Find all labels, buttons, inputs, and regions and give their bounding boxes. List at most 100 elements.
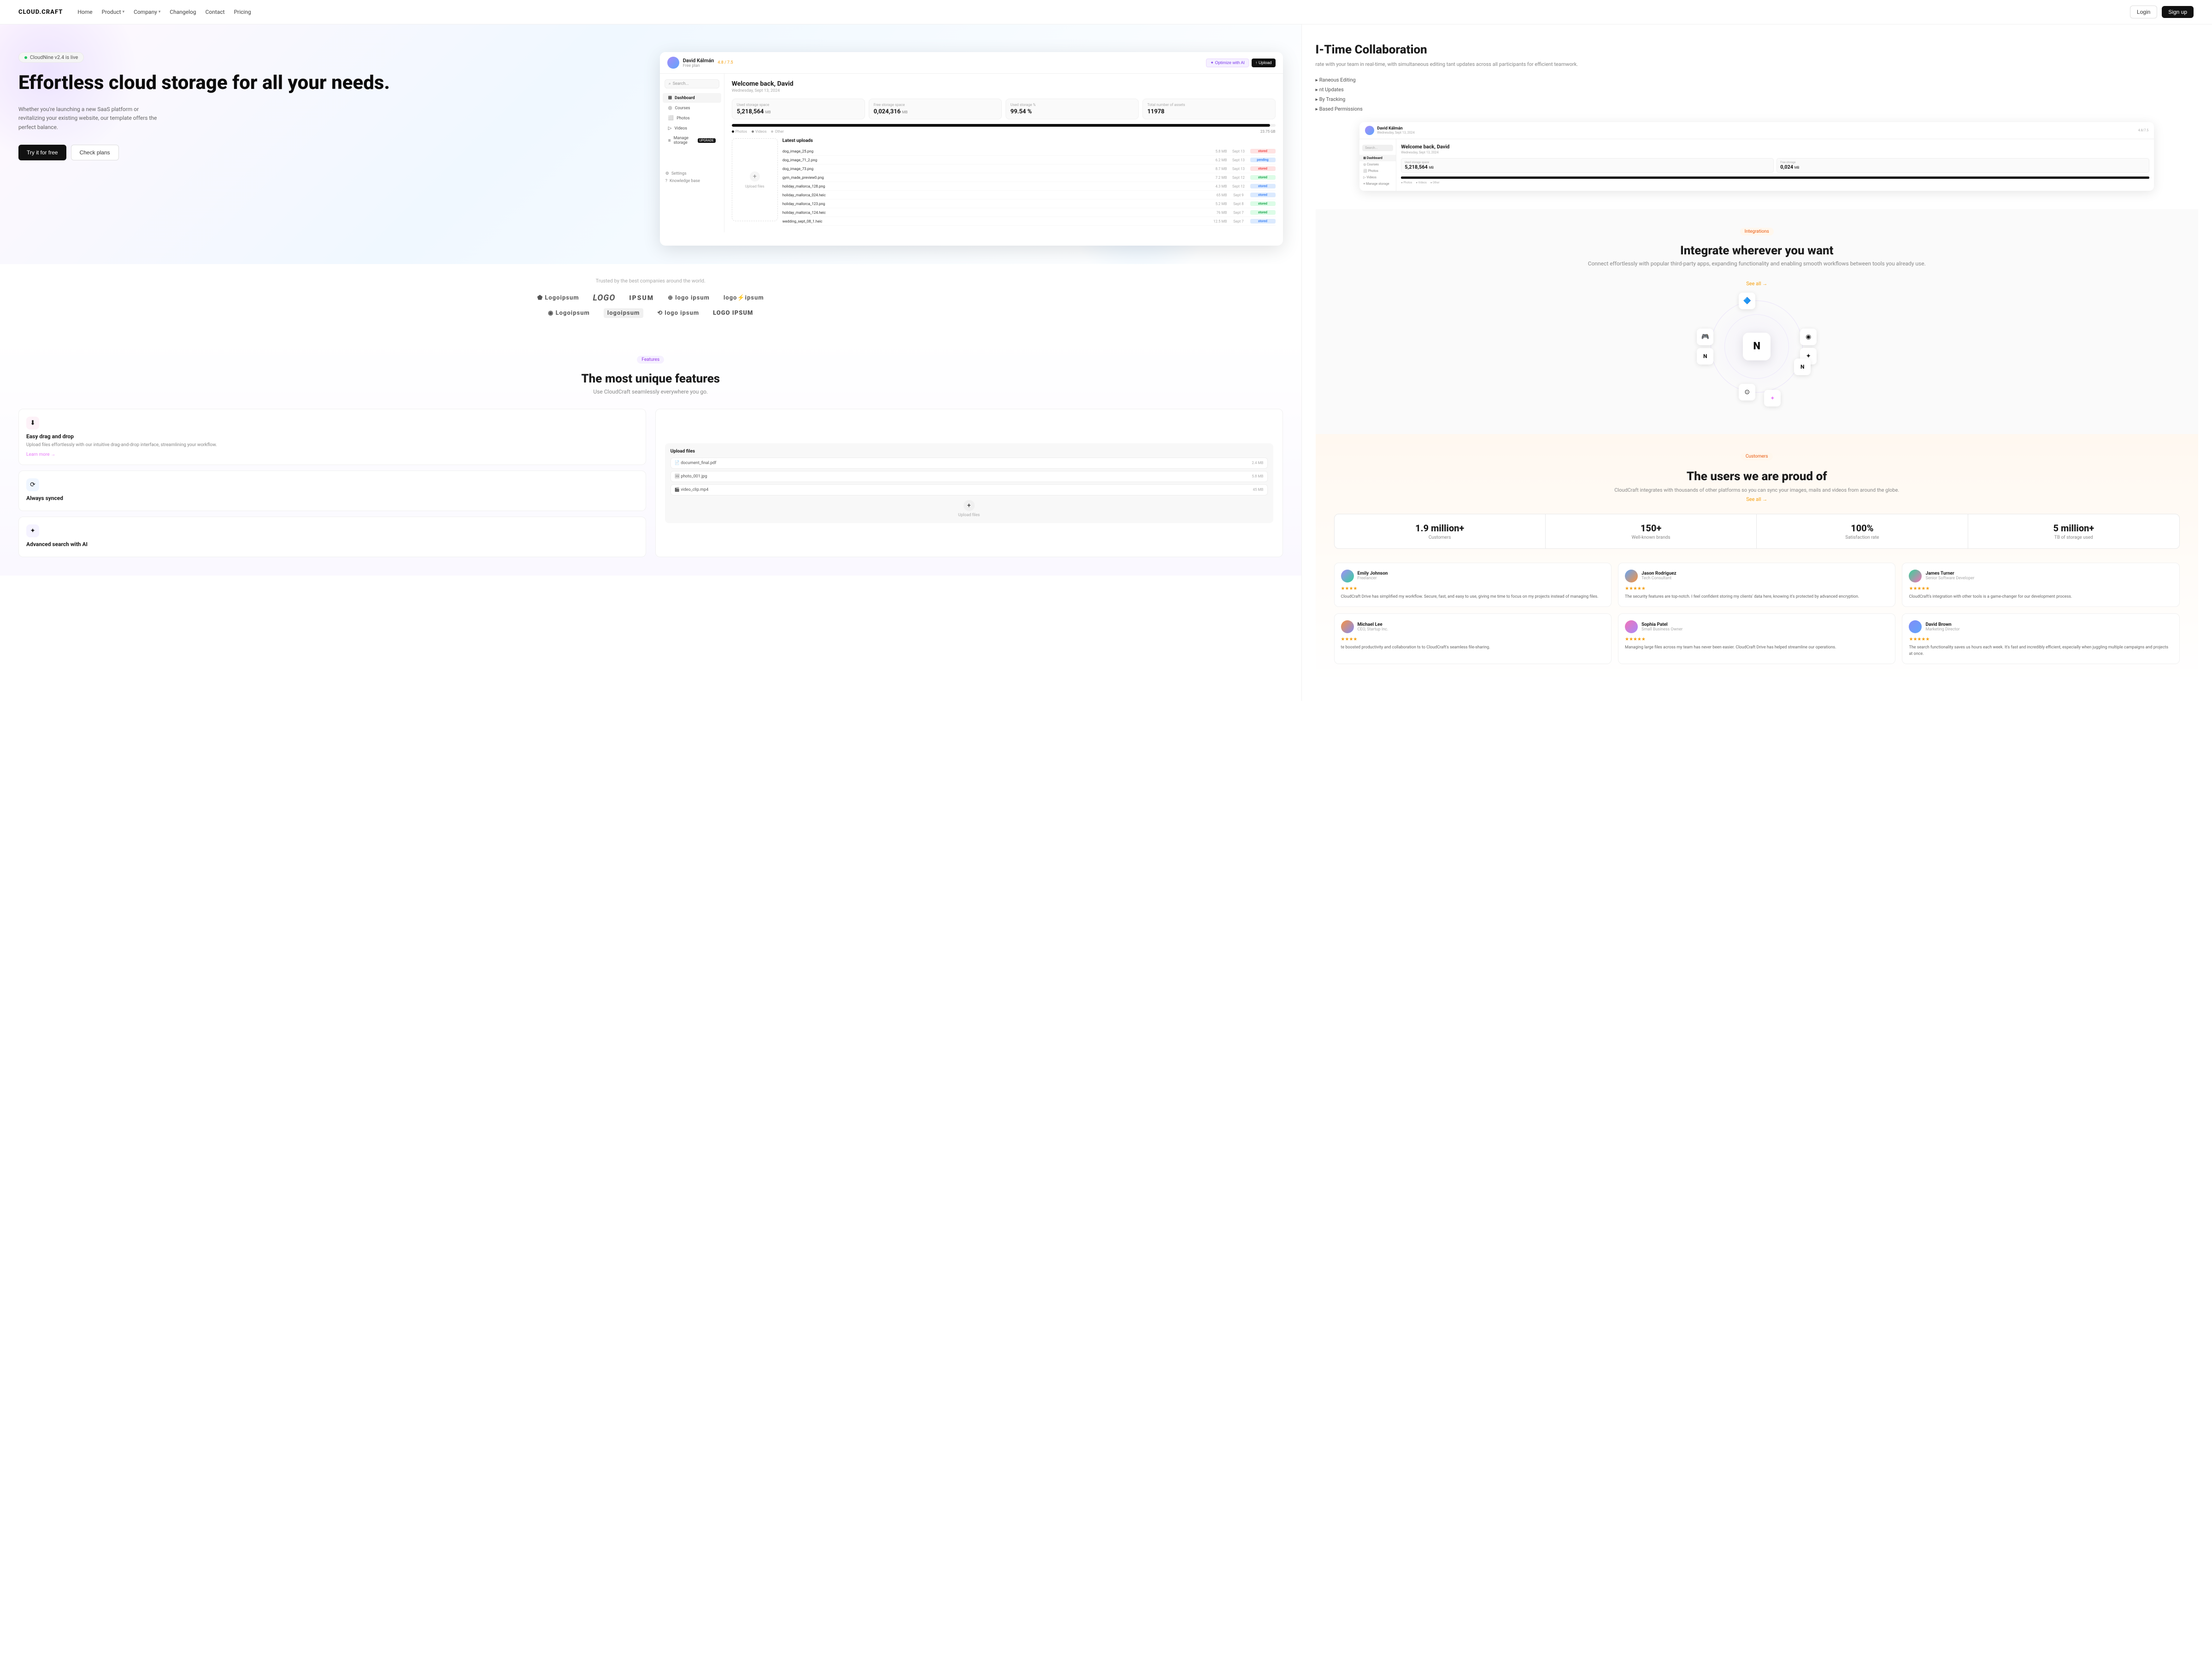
collab-content: I-Time Collaboration rate with your team… bbox=[1316, 43, 2198, 191]
upload-zone[interactable]: + Upload files bbox=[732, 138, 778, 221]
features-subtitle: Use CloudCraft seamlessly everywhere you… bbox=[18, 388, 1283, 395]
integration-figma-2: ✦ bbox=[1764, 390, 1781, 406]
logo-6: ◉ Logoipsum bbox=[548, 310, 590, 317]
sidebar-item-dashboard[interactable]: ⊞ Dashboard bbox=[663, 93, 721, 103]
nav-pricing[interactable]: Pricing bbox=[234, 9, 251, 15]
collab-stat-1: Used storage space 5,218,564 MB bbox=[1401, 158, 1774, 173]
sidebar-settings[interactable]: ⚙ Settings bbox=[665, 170, 718, 177]
feature-mockup: Upload files 📄 document_final.pdf 2.4 MB… bbox=[665, 443, 1273, 523]
collab-feature-4: ▸ Based Permissions bbox=[1316, 105, 2198, 113]
upload-size: 76 MB bbox=[1209, 211, 1227, 215]
upload-status-badge: stored bbox=[1250, 210, 1276, 215]
upload-status-badge: stored bbox=[1250, 219, 1276, 224]
other-dot bbox=[771, 130, 773, 133]
dash-stats: Used storage space 5,218,564 MB Free sto… bbox=[732, 99, 1276, 119]
testimonial-text: The search functionality saves us hours … bbox=[1909, 645, 2172, 657]
stat-used-percent: Used storage % 99.54 % bbox=[1006, 99, 1139, 119]
drag-drop-icon: ⬇ bbox=[26, 417, 39, 429]
collab-nav-courses[interactable]: ◎ Courses bbox=[1359, 161, 1396, 168]
sync-icon: ⟳ bbox=[26, 478, 39, 491]
nav-contact[interactable]: Contact bbox=[206, 9, 225, 15]
testimonial-name: Sophia Patel bbox=[1641, 622, 1683, 627]
testimonial-stars: ★★★★★ bbox=[1625, 637, 1888, 642]
add-files-icon[interactable]: + bbox=[964, 500, 975, 511]
upload-size: 5.8 MB bbox=[1209, 149, 1227, 153]
nav-changelog[interactable]: Changelog bbox=[170, 9, 196, 15]
collab-features-list: ▸ Raneous Editing ▸ nt Updates ▸ By Trac… bbox=[1316, 76, 2198, 113]
dash-body: ⌕ Search... ⊞ Dashboard ◎ Courses ⬜ bbox=[660, 74, 1283, 232]
dashboard-icon: ⊞ bbox=[668, 95, 672, 100]
add-files-label: Upload files bbox=[958, 513, 980, 518]
testimonial-card: David Brown Marketing Director ★★★★★ The… bbox=[1902, 613, 2179, 664]
testimonial-name: Emily Johnson bbox=[1358, 571, 1388, 576]
collab-nav-dashboard[interactable]: ⊞ Dashboard bbox=[1359, 155, 1396, 161]
site-logo: CLOUD.CRAFT bbox=[18, 9, 63, 16]
testimonial-stars: ★★★★★ bbox=[1909, 637, 2172, 642]
collab-nav-photos[interactable]: ⬜ Photos bbox=[1359, 168, 1396, 174]
optimize-ai-button[interactable]: ✦ Optimize with AI bbox=[1206, 59, 1249, 67]
collaboration-section: I-Time Collaboration rate with your team… bbox=[1302, 24, 2212, 701]
sidebar-knowledge-base[interactable]: ? Knowledge base bbox=[665, 177, 718, 185]
sidebar-item-courses[interactable]: ◎ Courses bbox=[663, 103, 721, 113]
videos-label: Videos bbox=[752, 129, 766, 134]
integrations-tag: Integrations bbox=[1740, 228, 1774, 235]
testimonial-card: James Turner Senior Software Developer ★… bbox=[1902, 563, 2179, 607]
cta-secondary-button[interactable]: Check plans bbox=[71, 145, 119, 160]
integrations-desc: Connect effortlessly with popular third-… bbox=[1334, 260, 2180, 267]
dash-search[interactable]: ⌕ Search... bbox=[665, 79, 719, 88]
customers-see-all-wrap: See all → bbox=[1334, 496, 2180, 503]
trusted-title: Trusted by the best companies around the… bbox=[18, 278, 1283, 284]
nav-company[interactable]: Company ▾ bbox=[134, 9, 160, 15]
upload-date: Sept 7 bbox=[1227, 219, 1250, 224]
collab-avatar bbox=[1365, 126, 1374, 135]
testimonial-name: Jason Rodriguez bbox=[1641, 571, 1677, 576]
table-row: holiday_mallorca_123.png 5.2 MB Sept 8 s… bbox=[782, 200, 1276, 208]
sidebar-item-videos[interactable]: ▷ Videos bbox=[663, 124, 721, 133]
collab-stat-2: Free storage 0,024 MB bbox=[1777, 158, 2149, 173]
login-button[interactable]: Login bbox=[2130, 6, 2157, 18]
sidebar-item-photos[interactable]: ⬜ Photos bbox=[663, 113, 721, 123]
photos-icon: ⬜ bbox=[668, 116, 674, 121]
sidebar-item-storage[interactable]: ≡ Manage storage UPGRADE bbox=[663, 134, 721, 147]
logos-row-1: ⬟ Logoipsum LOGO IPSUM ⊕ logo ipsum logo… bbox=[18, 293, 1283, 303]
testimonial-text: CloudCraft's integration with other tool… bbox=[1909, 594, 2172, 600]
dash-main: Welcome back, David Wednesday, Sept 13, … bbox=[724, 74, 1283, 232]
dash-date: Wednesday, Sept 13, 2024 bbox=[732, 88, 1276, 93]
upload-status-badge: stored bbox=[1250, 175, 1276, 180]
feature-upload-btn-wrap: + Upload files bbox=[671, 500, 1268, 518]
table-row: holiday_mallorca_128.png 4.3 MB Sept 12 … bbox=[782, 182, 1276, 191]
upload-filename: dog_image_73.png bbox=[782, 167, 1209, 171]
ai-search-icon: ✦ bbox=[26, 524, 39, 537]
upload-date: Sept 13 bbox=[1227, 158, 1250, 162]
feature-drag-title: Easy drag and drop bbox=[26, 433, 638, 440]
logo-4: ⊕ logo ipsum bbox=[668, 294, 710, 301]
nav-home[interactable]: Home bbox=[77, 9, 92, 15]
upload-button[interactable]: ↑ Upload bbox=[1252, 59, 1276, 67]
hero-section: CloudNine v2.4 is live Effortless cloud … bbox=[0, 24, 1301, 264]
upload-date: Sept 12 bbox=[1227, 184, 1250, 188]
collab-nav-storage[interactable]: ≡ Manage storage bbox=[1359, 181, 1396, 187]
photos-dot bbox=[732, 130, 734, 133]
collab-mockup-main: Welcome back, David Wednesday, Sept 13, … bbox=[1396, 139, 2154, 191]
dash-header: David Kálmán Free plan 4.8 / 7.5 ✦ Optim… bbox=[660, 52, 1283, 74]
upload-size: 65 MB bbox=[1209, 193, 1227, 197]
features-section: Features The most unique features Use Cl… bbox=[0, 337, 1301, 576]
feature-preview-panel: Upload files 📄 document_final.pdf 2.4 MB… bbox=[655, 409, 1283, 557]
hero-description: Whether you're launching a new SaaS plat… bbox=[18, 105, 166, 132]
features-tag: Features bbox=[637, 356, 664, 364]
cta-primary-button[interactable]: Try it for free bbox=[18, 145, 66, 160]
nav-product[interactable]: Product ▾ bbox=[102, 9, 124, 15]
testimonial-avatar bbox=[1341, 620, 1354, 633]
signup-button[interactable]: Sign up bbox=[2162, 6, 2194, 18]
table-row: dog_image_71_2.png 6.2 MB Sept 13 pendin… bbox=[782, 156, 1276, 165]
integrations-see-all[interactable]: See all → bbox=[1334, 281, 2180, 287]
chevron-down-icon: ▾ bbox=[159, 10, 161, 14]
nav-links: Home Product ▾ Company ▾ Changelog Conta… bbox=[77, 9, 2119, 15]
storage-fill bbox=[732, 124, 1270, 127]
stat-total-assets: Total number of assets 11978 bbox=[1142, 99, 1276, 119]
customers-see-all[interactable]: See all → bbox=[1746, 496, 1767, 502]
upload-size: 4.3 MB bbox=[1209, 184, 1227, 188]
feature-drag-learn-more[interactable]: Learn more → bbox=[26, 452, 638, 457]
collab-nav-videos[interactable]: ▷ Videos bbox=[1359, 174, 1396, 181]
testimonial-header: Jason Rodriguez Tech Consultant bbox=[1625, 570, 1888, 582]
